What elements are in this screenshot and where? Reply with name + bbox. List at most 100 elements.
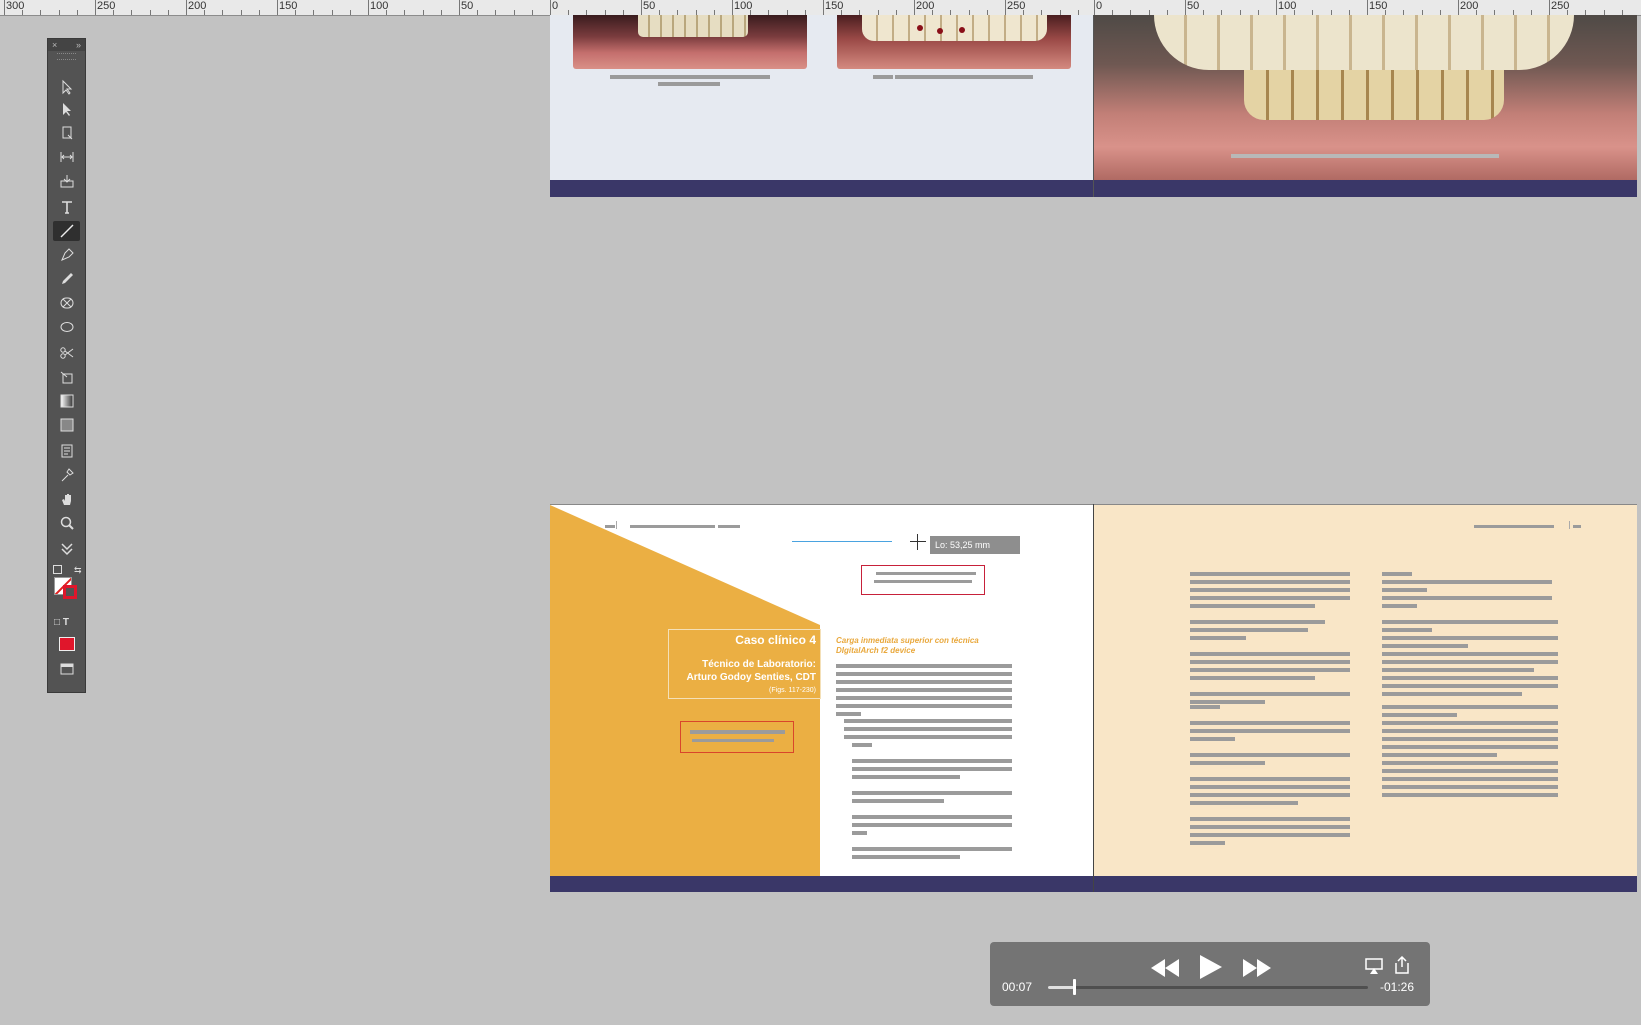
text-line-placeholder	[1382, 676, 1558, 680]
text-line-placeholder	[1190, 753, 1350, 757]
mode-toggle-icon[interactable]	[53, 539, 80, 559]
type-tool[interactable]	[53, 197, 80, 217]
text-line-placeholder	[1190, 596, 1350, 600]
caption-placeholder	[895, 75, 1033, 79]
text-line-placeholder	[1190, 793, 1350, 797]
ruler-label: 0	[552, 0, 559, 12]
text-line-placeholder	[1382, 753, 1497, 757]
ruler-tick	[1549, 0, 1550, 15]
ruler-tick	[386, 10, 388, 15]
bottom-left-page[interactable]: Caso clínico 4 Técnico de Laboratorio: A…	[550, 504, 1094, 877]
running-head-placeholder	[630, 525, 715, 528]
hand-tool[interactable]	[53, 489, 80, 509]
airplay-button[interactable]	[1364, 956, 1384, 976]
zoom-icon	[60, 516, 74, 530]
gap-icon	[60, 152, 73, 162]
play-button[interactable]	[1197, 952, 1225, 982]
dental-photo-2	[837, 15, 1071, 69]
ellipse-tool[interactable]	[53, 317, 80, 337]
text-line-placeholder	[1382, 729, 1558, 733]
text-line-placeholder	[1382, 745, 1558, 749]
rectangle-frame-tool[interactable]	[53, 293, 80, 313]
gradient-feather-tool[interactable]	[53, 415, 80, 435]
tools-panel-header[interactable]: × »	[48, 39, 85, 51]
top-right-page-photo[interactable]	[1094, 15, 1637, 180]
pen-tool[interactable]	[53, 245, 80, 265]
note-icon	[61, 444, 72, 458]
ruler-tick	[550, 0, 551, 15]
bottom-right-page[interactable]	[1094, 504, 1637, 877]
fast-forward-icon	[1243, 959, 1271, 977]
ruler-tick	[459, 0, 460, 15]
ruler-tick	[76, 10, 78, 15]
text-line-placeholder	[852, 767, 1012, 771]
caption-placeholder	[658, 82, 720, 86]
formatting-affects[interactable]: □ T	[54, 617, 82, 631]
caption-placeholder	[610, 75, 770, 79]
text-line-placeholder	[836, 680, 1012, 684]
fast-forward-button[interactable]	[1242, 956, 1272, 980]
format-container-icon[interactable]: □	[54, 617, 60, 628]
current-time: 00:07	[1002, 980, 1033, 994]
text-line-placeholder	[1382, 692, 1522, 696]
text-line-placeholder	[1382, 769, 1558, 773]
gap-tool[interactable]	[53, 147, 80, 167]
swap-colors-icon[interactable]: ⇆	[74, 565, 82, 576]
text-line-placeholder	[844, 735, 1012, 739]
ruler-tick	[513, 10, 515, 15]
text-line-placeholder	[1190, 841, 1225, 845]
remaining-time: -01:26	[1380, 980, 1415, 994]
running-head-placeholder	[605, 525, 615, 528]
apply-color-button[interactable]	[53, 634, 80, 654]
ruler-tick	[495, 10, 497, 15]
ruler-tick	[823, 0, 824, 15]
text-line-placeholder	[1190, 817, 1350, 821]
caption-placeholder	[873, 75, 893, 79]
eyedropper-tool[interactable]	[53, 465, 80, 485]
panel-grip[interactable]	[57, 53, 76, 60]
gradient-swatch-tool[interactable]	[53, 391, 80, 411]
close-icon[interactable]: ×	[52, 40, 57, 50]
direct-selection-icon	[62, 103, 71, 116]
top-left-page[interactable]	[550, 15, 1094, 180]
pencil-icon	[61, 273, 73, 284]
ruler-tick	[277, 0, 278, 15]
lab-technician-label: Técnico de Laboratorio:	[702, 659, 816, 670]
zoom-tool[interactable]	[53, 513, 80, 533]
line-tool[interactable]	[53, 221, 80, 241]
direct-selection-tool[interactable]	[53, 99, 80, 119]
text-line-placeholder	[1382, 628, 1432, 632]
ruler-tick	[531, 10, 533, 15]
ruler-tick	[58, 10, 60, 15]
selected-frame-red[interactable]	[861, 565, 985, 595]
running-head-divider	[616, 521, 617, 529]
default-colors-icon[interactable]	[53, 565, 62, 574]
text-line-placeholder	[844, 719, 1012, 723]
share-button[interactable]	[1392, 954, 1412, 976]
selection-tool[interactable]	[53, 77, 80, 97]
stroke-swatch[interactable]	[63, 585, 77, 599]
collapse-icon[interactable]: »	[76, 40, 81, 50]
scrubber-track[interactable]	[1048, 979, 1368, 995]
fill-stroke-swatches[interactable]: ⇆	[52, 565, 82, 599]
ruler-label: 0	[1096, 0, 1103, 12]
scissors-tool[interactable]	[53, 343, 80, 363]
screen-mode-icon	[60, 663, 73, 675]
horizontal-ruler[interactable]: 300 250 200 150 100 50 0 50 100 150 200 250 0 50 100 15…	[0, 0, 1641, 16]
page-tool[interactable]	[53, 123, 80, 143]
free-transform-tool[interactable]	[53, 367, 80, 387]
text-line-placeholder	[1382, 785, 1558, 789]
text-line-placeholder	[1382, 636, 1558, 640]
scissors-icon	[59, 347, 73, 359]
note-tool[interactable]	[53, 441, 80, 461]
pencil-tool[interactable]	[53, 269, 80, 289]
measure-tooltip: Lo: 53,25 mm	[930, 536, 1020, 554]
content-collector-tool[interactable]	[53, 171, 80, 191]
selected-frame-orange[interactable]	[680, 721, 794, 753]
screen-mode-button[interactable]	[53, 659, 80, 679]
format-text-icon[interactable]: T	[63, 617, 69, 628]
teeth-upper	[1154, 15, 1574, 70]
rewind-button[interactable]	[1150, 956, 1180, 980]
scrubber-handle[interactable]	[1072, 979, 1076, 995]
ruler-tick	[240, 10, 242, 15]
